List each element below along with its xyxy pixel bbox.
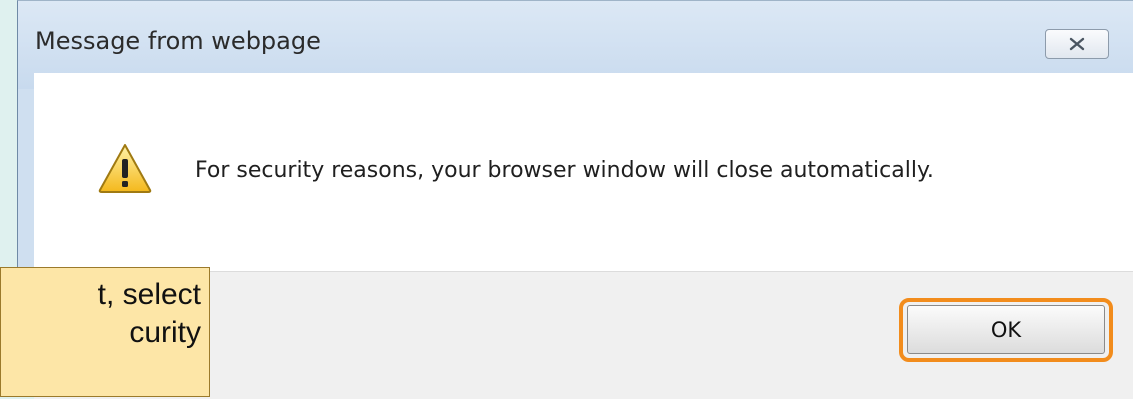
close-icon	[1069, 37, 1085, 51]
dialog-message: For security reasons, your browser windo…	[195, 158, 934, 183]
callout-line-2: curity	[129, 316, 201, 349]
close-button[interactable]	[1045, 29, 1109, 59]
callout-text: t, select curity	[1, 276, 201, 352]
warning-icon	[98, 144, 152, 193]
ok-button[interactable]: OK	[907, 305, 1105, 354]
dialog-title: Message from webpage	[35, 27, 321, 55]
callout-line-1: t, select	[97, 278, 201, 311]
instruction-callout: t, select curity	[0, 267, 210, 397]
